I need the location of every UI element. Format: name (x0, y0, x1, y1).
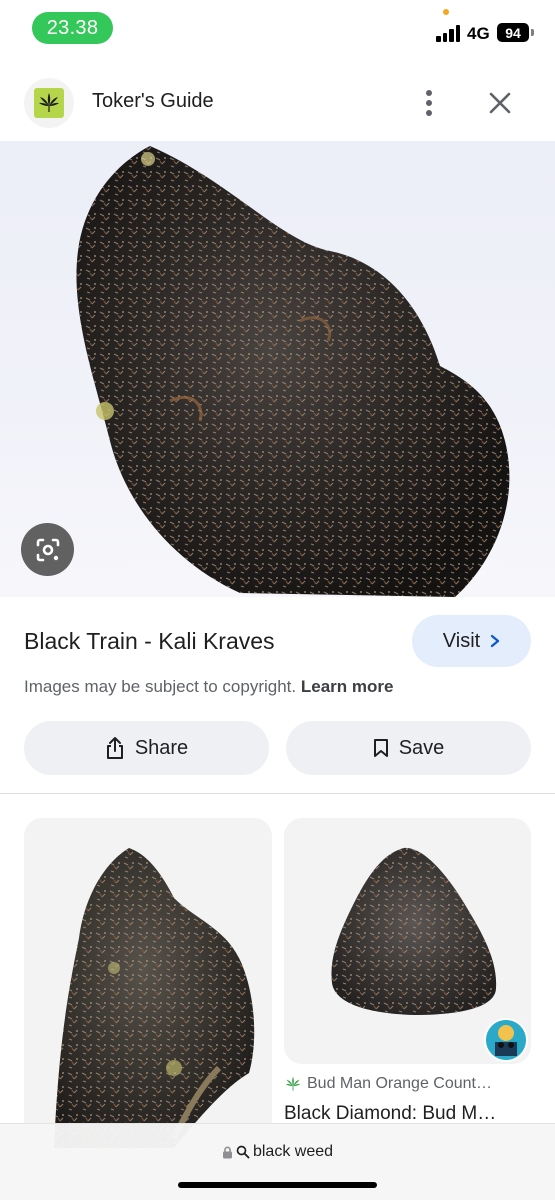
section-divider (0, 793, 555, 794)
learn-more-link[interactable]: Learn more (301, 677, 394, 696)
chevron-right-icon (491, 634, 500, 648)
status-time[interactable]: 23.38 (32, 12, 113, 44)
more-vert-icon (426, 90, 432, 116)
share-button[interactable]: Share (24, 721, 269, 775)
url-row[interactable]: black weed (0, 1143, 555, 1161)
site-logo[interactable] (24, 78, 74, 128)
related-source[interactable]: Bud Man Orange Count… (284, 1075, 531, 1093)
related-title[interactable]: Black Diamond: Bud M… (284, 1103, 531, 1125)
close-icon (489, 92, 511, 114)
battery-tip (531, 29, 534, 36)
visit-label: Visit (442, 629, 481, 652)
cannabis-leaf-icon (34, 88, 64, 118)
copyright-notice: Images may be subject to copyright. Lear… (24, 677, 393, 697)
signal-strength-icon (436, 24, 462, 42)
main-product-image[interactable] (0, 141, 555, 597)
related-source-name: Bud Man Orange Count… (307, 1075, 492, 1092)
cannabis-leaf-icon (285, 1076, 301, 1091)
close-button[interactable] (482, 84, 518, 122)
privacy-indicator-dot (443, 9, 449, 15)
related-bud-image (54, 848, 255, 1148)
network-type: 4G (467, 24, 490, 43)
browser-url-bar[interactable]: black weed (0, 1123, 555, 1200)
battery-icon: 94 (497, 23, 529, 42)
visit-button[interactable]: Visit (412, 615, 531, 667)
more-options-button[interactable] (412, 84, 446, 122)
related-image-card[interactable] (24, 818, 272, 1148)
bookmark-icon (373, 739, 388, 757)
bud-man-logo-icon (486, 1020, 526, 1060)
copyright-text: Images may be subject to copyright. (24, 677, 297, 696)
search-icon (236, 1145, 250, 1159)
google-lens-button[interactable] (21, 523, 74, 576)
lock-icon (222, 1146, 232, 1158)
site-name[interactable]: Toker's Guide (92, 90, 214, 113)
google-lens-icon (36, 538, 59, 561)
status-bar: 23.38 4G 94 (0, 0, 555, 58)
save-label: Save (398, 736, 445, 759)
save-button[interactable]: Save (286, 721, 531, 775)
search-query: black weed (252, 1143, 334, 1160)
source-header: Toker's Guide (0, 70, 555, 138)
image-viewer-page: 23.38 4G 94 Toker's Guide Black Train - … (0, 0, 555, 1200)
share-label: Share (134, 736, 189, 759)
image-title[interactable]: Black Train - Kali Kraves (24, 628, 275, 655)
share-icon (106, 737, 123, 759)
source-badge-logo (484, 1018, 528, 1062)
cannabis-bud-photo (76, 146, 510, 597)
home-indicator[interactable] (178, 1182, 377, 1188)
